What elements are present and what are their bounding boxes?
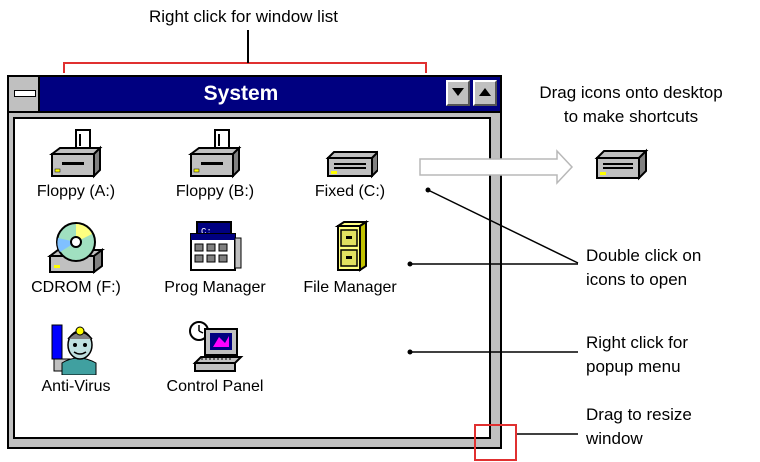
double-click-leaders bbox=[407, 187, 579, 267]
drag-arrow bbox=[419, 149, 574, 185]
resize-handle-highlight[interactable] bbox=[474, 424, 517, 461]
popup-leader bbox=[407, 349, 578, 355]
shortcut-hard-drive-icon bbox=[594, 148, 649, 181]
window-list-bracket bbox=[63, 30, 427, 73]
annotation-overlay bbox=[63, 30, 649, 435]
